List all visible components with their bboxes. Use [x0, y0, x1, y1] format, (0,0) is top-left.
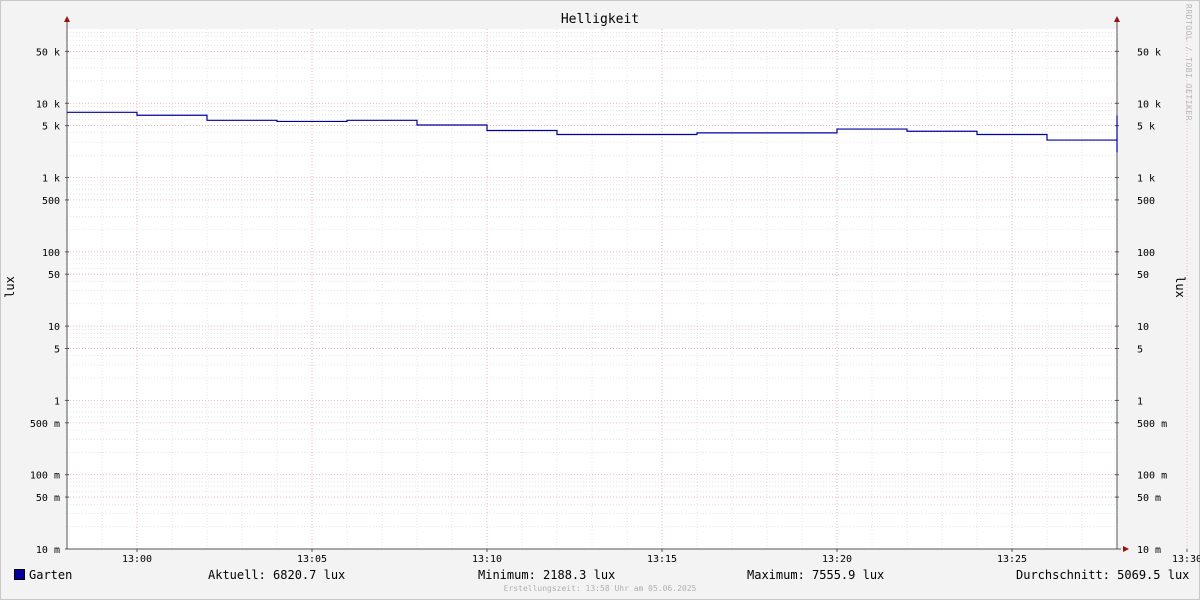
y-tick-label-right: 10 m: [1137, 545, 1161, 556]
y-tick-label-left: 100: [42, 248, 60, 259]
y-tick-label-right: 1: [1137, 396, 1143, 407]
y-tick-label-right: 1 k: [1137, 174, 1155, 185]
y-axis-label-right: lux: [1173, 276, 1187, 298]
y-tick-label-right: 50: [1137, 270, 1149, 281]
x-tick-label: 13:30: [1172, 554, 1200, 565]
y-tick-label-left: 10: [48, 322, 60, 333]
creation-time: Erstellungszeit: 13:58 Uhr am 05.06.2025: [503, 584, 697, 593]
y-tick-label-right: 5: [1137, 345, 1143, 356]
y-tick-label-left: 10 k: [36, 99, 60, 110]
y-tick-label-left: 1: [54, 396, 60, 407]
y-tick-label-left: 10 m: [36, 545, 60, 556]
y-tick-label-right: 100 m: [1137, 471, 1167, 482]
x-tick-label: 13:15: [647, 554, 677, 565]
y-tick-label-left: 5 k: [42, 122, 60, 133]
y-tick-label-right: 50 m: [1137, 493, 1161, 504]
y-axis-arrow-right: [1114, 16, 1120, 22]
y-tick-label-left: 500 m: [30, 419, 60, 430]
y-tick-label-right: 100: [1137, 248, 1155, 259]
y-tick-label-right: 500: [1137, 196, 1155, 207]
y-axis-arrow-left: [64, 16, 70, 22]
x-tick-label: 13:00: [122, 554, 152, 565]
legend-maximum: Maximum: 7555.9 lux: [747, 568, 885, 582]
y-tick-label-left: 50 k: [36, 47, 60, 58]
legend-current: Aktuell: 6820.7 lux: [208, 568, 346, 582]
x-tick-label: 13:20: [822, 554, 852, 565]
chart-svg: 10 m 10 m 50 m 50 m 100 m 100 m 500 m 500 m 1 1 5 5…: [3, 12, 1200, 565]
y-tick-label-right: 10: [1137, 322, 1149, 333]
rrdtool-watermark: RRDTOOL / TOBI OETIKER: [1184, 4, 1193, 121]
y-tick-label-left: 50 m: [36, 493, 60, 504]
y-tick-label-right: 500 m: [1137, 419, 1167, 430]
legend-average: Durchschnitt: 5069.5 lux: [1016, 568, 1190, 582]
y-tick-label-left: 1 k: [42, 174, 60, 185]
y-tick-label-left: 50: [48, 270, 60, 281]
x-axis-arrow: [1123, 546, 1129, 552]
y-tick-label-right: 5 k: [1137, 122, 1155, 133]
y-tick-label-left: 5: [54, 345, 60, 356]
y-tick-label-right: 50 k: [1137, 47, 1161, 58]
legend-minimum: Minimum: 2188.3 lux: [478, 568, 616, 582]
chart-title: Helligkeit: [561, 12, 639, 27]
x-tick-label: 13:10: [472, 554, 502, 565]
x-tick-label: 13:25: [997, 554, 1027, 565]
legend-swatch: [14, 569, 25, 580]
y-tick-label-left: 500: [42, 196, 60, 207]
legend-series: Garten: [14, 568, 72, 582]
y-tick-label-left: 100 m: [30, 471, 60, 482]
y-tick-label-right: 10 k: [1137, 99, 1161, 110]
x-tick-label: 13:05: [297, 554, 327, 565]
y-axis-label-left: lux: [3, 276, 17, 298]
legend-series-label: Garten: [29, 568, 73, 582]
